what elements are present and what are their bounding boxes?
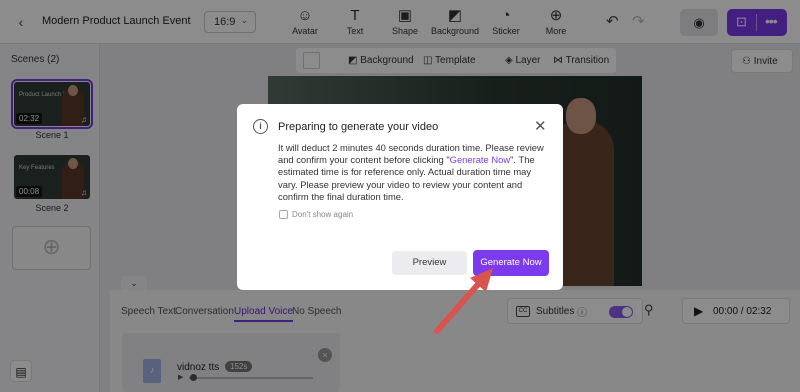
- annotation-arrow: [434, 268, 493, 334]
